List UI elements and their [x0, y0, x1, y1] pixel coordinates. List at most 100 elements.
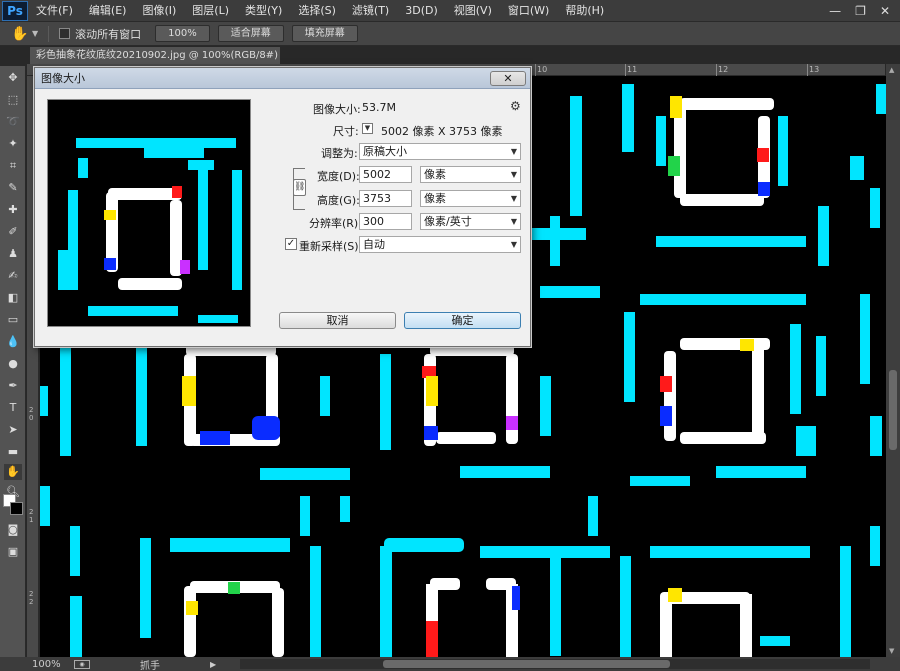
type-tool-icon[interactable]: T — [4, 400, 22, 416]
blur-tool-icon[interactable]: 💧 — [4, 334, 22, 350]
photoshop-window: Ps 文件(F) 编辑(E) 图像(I) 图层(L) 类型(Y) 选择(S) 滤… — [0, 0, 900, 671]
actual-pixels-button[interactable]: 100% — [155, 25, 210, 42]
scroll-all-checkbox[interactable] — [59, 28, 71, 39]
dimensions-unit-toggle[interactable]: ▼ — [362, 123, 373, 134]
brush-tool-icon[interactable]: ✐ — [4, 224, 22, 240]
width-unit-select[interactable]: 像素 ▼ — [420, 166, 521, 183]
dialog-close-button[interactable]: ✕ — [490, 71, 526, 86]
scroll-thumb[interactable] — [383, 660, 670, 668]
ruler-label: 13 — [809, 65, 820, 74]
dimensions-value: 5002 像素 X 3753 像素 — [381, 125, 503, 138]
scroll-down-icon[interactable]: ▼ — [889, 647, 894, 655]
menu-window[interactable]: 窗口(W) — [500, 0, 557, 22]
status-doc-icon[interactable]: ◉ — [74, 659, 90, 669]
ruler-label: 10 — [537, 65, 548, 74]
quick-mask-icon[interactable]: ◙ — [4, 522, 22, 538]
hand-tool-icon[interactable]: ✋ — [4, 464, 22, 480]
menu-bar: Ps 文件(F) 编辑(E) 图像(I) 图层(L) 类型(Y) 选择(S) 滤… — [0, 0, 900, 22]
path-select-icon[interactable]: ➤ — [4, 422, 22, 438]
hand-icon[interactable]: ✋ — [10, 24, 30, 44]
screen-mode-icon[interactable]: ▣ — [4, 544, 22, 560]
dialog-title-text: 图像大小 — [41, 72, 85, 85]
height-unit-value: 像素 — [424, 192, 446, 205]
crop-tool-icon[interactable]: ⌗ — [4, 158, 22, 174]
close-button[interactable]: ✕ — [880, 4, 890, 18]
chevron-down-icon: ▼ — [510, 194, 517, 203]
height-unit-select[interactable]: 像素 ▼ — [420, 190, 521, 207]
gradient-tool-icon[interactable]: ▭ — [4, 312, 22, 328]
document-tab[interactable]: 彩色抽象花纹底纹20210902.jpg @ 100%(RGB/8#) — [30, 47, 280, 64]
background-color-swatch[interactable] — [10, 502, 23, 515]
fill-screen-button[interactable]: 填充屏幕 — [291, 25, 358, 42]
menu-select[interactable]: 选择(S) — [290, 0, 344, 22]
dialog-title[interactable]: 图像大小 ✕ — [35, 68, 530, 89]
menu-filter[interactable]: 滤镜(T) — [344, 0, 397, 22]
marquee-tool-icon[interactable]: ⬚ — [4, 92, 22, 108]
pen-tool-icon[interactable]: ✒ — [4, 378, 22, 394]
menu-image[interactable]: 图像(I) — [134, 0, 184, 22]
lasso-tool-icon[interactable]: ➰ — [4, 114, 22, 130]
resample-label: 重新采样(S): — [299, 240, 363, 253]
app-logo: Ps — [2, 0, 28, 21]
resolution-input[interactable]: 300 — [359, 213, 412, 230]
fit-screen-button[interactable]: 适合屏幕 — [217, 25, 284, 42]
magic-wand-icon[interactable]: ✦ — [4, 136, 22, 152]
status-arrow-icon[interactable]: ▶ — [210, 660, 216, 669]
move-tool-icon[interactable]: ✥ — [4, 70, 22, 86]
image-size-label: 图像大小: — [313, 103, 361, 116]
preview-image — [48, 100, 250, 326]
width-label: 宽度(D): — [317, 170, 360, 183]
ruler-label: 2 1 — [29, 508, 34, 524]
scroll-up-icon[interactable]: ▲ — [889, 66, 894, 74]
scroll-thumb[interactable] — [889, 370, 897, 450]
menu-view[interactable]: 视图(V) — [446, 0, 500, 22]
width-input[interactable]: 5002 — [359, 166, 412, 183]
dodge-tool-icon[interactable]: ● — [4, 356, 22, 372]
history-brush-icon[interactable]: ✍ — [4, 268, 22, 284]
window-controls: — ❐ ✕ — [829, 4, 900, 18]
height-label: 高度(G): — [317, 194, 360, 207]
link-icon[interactable]: ⛓ — [293, 179, 306, 196]
chevron-down-icon: ▼ — [510, 240, 517, 249]
resample-checkbox[interactable]: ✓ — [285, 238, 297, 250]
chevron-down-icon: ▼ — [510, 170, 517, 179]
height-input[interactable]: 3753 — [359, 190, 412, 207]
menu-help[interactable]: 帮助(H) — [557, 0, 612, 22]
restore-button[interactable]: ❐ — [855, 4, 866, 18]
menu-3d[interactable]: 3D(D) — [397, 0, 446, 22]
vertical-scrollbar[interactable]: ▲ ▼ — [886, 64, 900, 657]
menu-layer[interactable]: 图层(L) — [184, 0, 237, 22]
stamp-tool-icon[interactable]: ♟ — [4, 246, 22, 262]
chevron-down-icon: ▼ — [510, 217, 517, 226]
image-preview[interactable] — [47, 99, 251, 327]
fit-to-select[interactable]: 原稿大小 ▼ — [359, 143, 521, 160]
status-tool-name: 抓手 — [140, 660, 160, 671]
ruler-tick — [716, 64, 717, 76]
resample-select[interactable]: 自动 ▼ — [359, 236, 521, 253]
ruler-label: 2 0 — [29, 406, 34, 422]
ruler-label: 12 — [718, 65, 729, 74]
ruler-tick — [807, 64, 808, 76]
ok-button[interactable]: 确定 — [404, 312, 521, 329]
image-size-value: 53.7M — [362, 101, 396, 114]
eyedropper-icon[interactable]: ✎ — [4, 180, 22, 196]
healing-brush-icon[interactable]: ✚ — [4, 202, 22, 218]
ruler-label: 2 2 — [29, 590, 34, 606]
image-size-dialog: 图像大小 ✕ 图像大小: 53.7M ⚙ 尺寸: ▼ 5002 像素 X 375… — [34, 67, 531, 347]
menu-edit[interactable]: 编辑(E) — [81, 0, 135, 22]
horizontal-scrollbar[interactable] — [240, 659, 870, 669]
shape-tool-icon[interactable]: ▬ — [4, 444, 22, 460]
zoom-level[interactable]: 100% — [0, 659, 68, 670]
resample-value: 自动 — [363, 238, 385, 251]
chevron-down-icon[interactable]: ▼ — [32, 29, 38, 38]
menu-type[interactable]: 类型(Y) — [237, 0, 290, 22]
gear-icon[interactable]: ⚙ — [510, 99, 521, 113]
fit-to-label: 调整为: — [321, 147, 358, 160]
menu-file[interactable]: 文件(F) — [28, 0, 81, 22]
cancel-button[interactable]: 取消 — [279, 312, 396, 329]
status-bar: 100% ◉ 抓手 ▶ — [0, 657, 900, 671]
minimize-button[interactable]: — — [829, 4, 841, 18]
resolution-unit-select[interactable]: 像素/英寸 ▼ — [420, 213, 521, 230]
ruler-tick — [535, 64, 536, 76]
eraser-tool-icon[interactable]: ◧ — [4, 290, 22, 306]
